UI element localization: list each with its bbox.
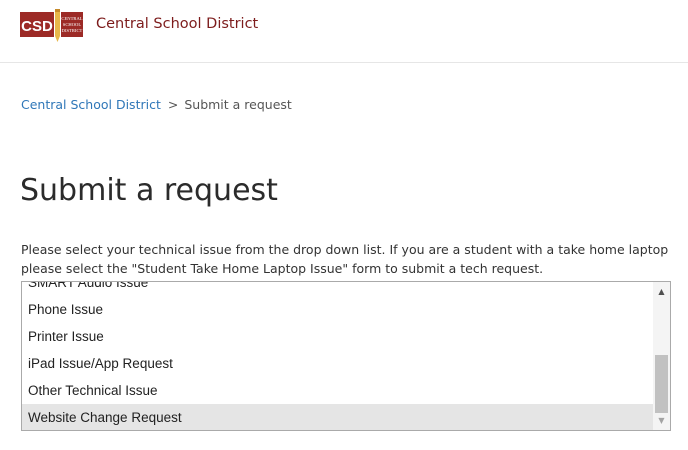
svg-text:CSD: CSD (21, 18, 53, 35)
site-header: CSD CENTRAL SCHOOL DISTRICT Central Scho… (0, 0, 688, 63)
breadcrumb-separator: > (167, 97, 179, 112)
listbox-scrollbar[interactable]: ▲ ▼ (653, 282, 670, 430)
site-brand-name[interactable]: Central School District (96, 16, 258, 32)
scrollbar-thumb[interactable] (655, 355, 668, 413)
list-option-selected[interactable]: Website Change Request (22, 404, 653, 430)
csd-logo-icon: CSD CENTRAL SCHOOL DISTRICT (20, 9, 83, 42)
district-logo[interactable]: CSD CENTRAL SCHOOL DISTRICT (20, 9, 83, 42)
list-option[interactable]: SMART Audio Issue (22, 282, 653, 296)
triangle-down-icon[interactable]: ▼ (653, 413, 670, 428)
svg-text:DISTRICT: DISTRICT (62, 28, 83, 33)
list-option[interactable]: iPad Issue/App Request (22, 350, 653, 377)
instructions-text: Please select your technical issue from … (21, 242, 669, 276)
triangle-up-icon[interactable]: ▲ (653, 284, 670, 299)
list-option[interactable]: Phone Issue (22, 296, 653, 323)
list-option[interactable]: Printer Issue (22, 323, 653, 350)
breadcrumb-home-link[interactable]: Central School District (21, 97, 161, 112)
svg-text:CENTRAL: CENTRAL (61, 16, 82, 21)
breadcrumb: Central School District > Submit a request (21, 97, 292, 112)
svg-text:SCHOOL: SCHOOL (63, 22, 82, 27)
request-type-options: SMART Audio Issue Phone Issue Printer Is… (22, 282, 653, 430)
list-option[interactable]: Other Technical Issue (22, 377, 653, 404)
request-type-listbox[interactable]: SMART Audio Issue Phone Issue Printer Is… (21, 281, 671, 431)
breadcrumb-current: Submit a request (184, 97, 292, 112)
page-title: Submit a request (20, 173, 278, 208)
